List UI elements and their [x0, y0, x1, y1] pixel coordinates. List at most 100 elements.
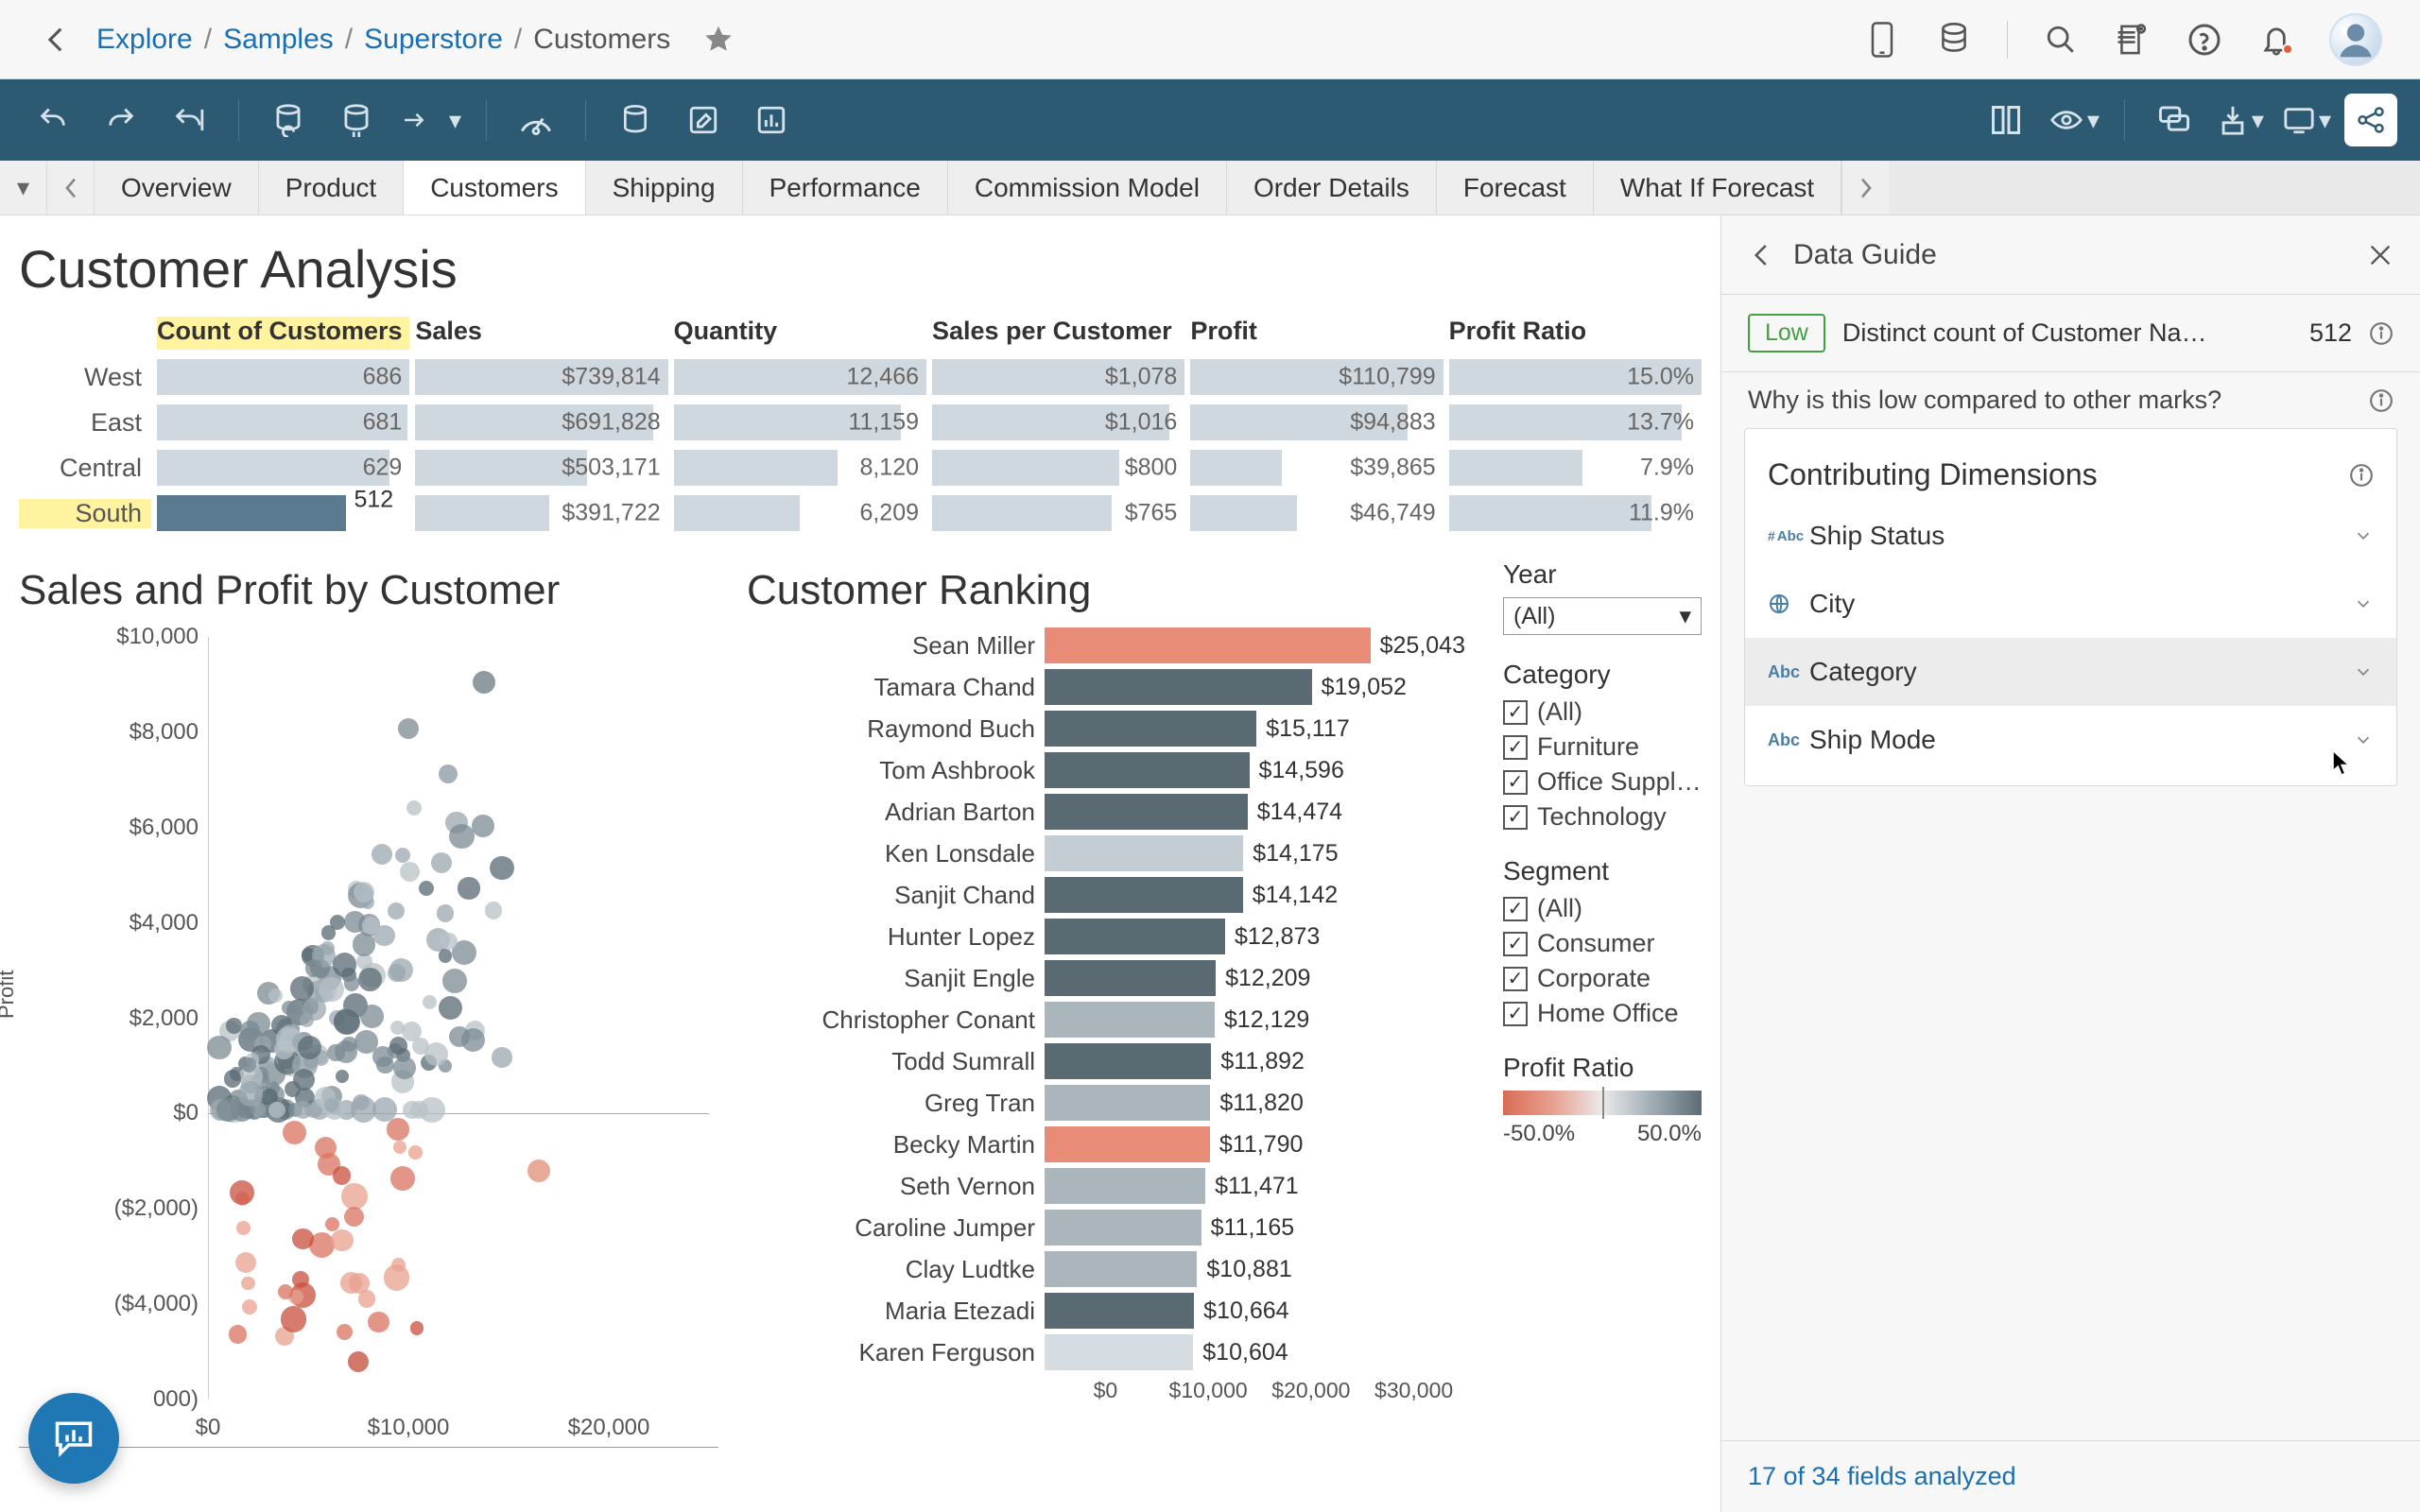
kpi-bar-cell[interactable]: 13.7%	[1449, 404, 1702, 440]
scatter-point[interactable]	[207, 1036, 232, 1060]
scatter-point[interactable]	[334, 1009, 360, 1036]
ranking-row[interactable]: Sean Miller$25,043	[747, 627, 1465, 663]
favorite-star-icon[interactable]	[702, 24, 735, 56]
scatter-point[interactable]	[333, 953, 357, 977]
kpi-bar-cell[interactable]: 12,466	[674, 359, 926, 395]
scatter-point[interactable]	[410, 1321, 424, 1334]
scatter-point[interactable]	[236, 1221, 251, 1235]
ranking-row[interactable]: Becky Martin$11,790	[747, 1126, 1465, 1162]
ranking-row[interactable]: Adrian Barton$14,474	[747, 794, 1465, 830]
ranking-row[interactable]: Tom Ashbrook$14,596	[747, 752, 1465, 788]
scatter-point[interactable]	[337, 1324, 353, 1340]
kpi-bar-cell[interactable]: 8,120	[674, 450, 926, 486]
kpi-column-header[interactable]: Sales per Customer	[932, 317, 1184, 350]
scatter-point[interactable]	[449, 824, 475, 850]
scatter-point[interactable]	[293, 1069, 316, 1091]
scatter-point[interactable]	[325, 1217, 339, 1231]
kpi-bar-cell[interactable]: $94,883	[1190, 404, 1443, 440]
scatter-point[interactable]	[393, 1141, 406, 1154]
scatter-point[interactable]	[387, 1118, 409, 1141]
ranking-row[interactable]: Maria Etezadi$10,664	[747, 1293, 1465, 1329]
scatter-point[interactable]	[319, 977, 344, 1003]
scatter-point[interactable]	[268, 988, 284, 1004]
kpi-bar-cell[interactable]: 15.0%	[1449, 359, 1702, 395]
scatter-point[interactable]	[353, 933, 376, 956]
kpi-bar-cell[interactable]: 629	[157, 450, 409, 486]
scatter-point[interactable]	[344, 975, 359, 990]
scatter-point[interactable]	[410, 1101, 428, 1119]
scatter-point[interactable]	[229, 1325, 248, 1344]
scatter-chart[interactable]: Profit $0$10,000$20,000 $10,000$8,000$6,…	[19, 627, 718, 1448]
scatter-point[interactable]	[423, 995, 437, 1009]
help-icon[interactable]	[2186, 21, 2223, 59]
kpi-bar-cell[interactable]: $110,799	[1190, 359, 1443, 395]
pause-data-button[interactable]	[326, 90, 387, 150]
kpi-row-label[interactable]: Central	[19, 454, 151, 483]
scatter-point[interactable]	[439, 996, 462, 1020]
scatter-point[interactable]	[268, 1102, 285, 1119]
scatter-point[interactable]	[372, 844, 392, 865]
scatter-point[interactable]	[333, 1166, 351, 1184]
filter-category-option[interactable]: ✓Technology	[1503, 802, 1702, 832]
ranking-row[interactable]: Clay Ludtke$10,881	[747, 1251, 1465, 1287]
data-details-button[interactable]	[1976, 90, 2036, 150]
scatter-point[interactable]	[283, 1121, 306, 1144]
ranking-row[interactable]: Karen Ferguson$10,604	[747, 1334, 1465, 1370]
info-icon[interactable]	[2369, 321, 2394, 346]
scatter-point[interactable]	[458, 877, 479, 899]
scatter-point[interactable]	[358, 968, 382, 991]
ranking-row[interactable]: Greg Tran$11,820	[747, 1085, 1465, 1121]
view-data-button[interactable]	[605, 90, 666, 150]
search-icon[interactable]	[2042, 21, 2080, 59]
back-arrow-button[interactable]	[38, 21, 76, 59]
scatter-point[interactable]	[472, 815, 494, 837]
kpi-bar-cell[interactable]: 11,159	[674, 404, 926, 440]
scatter-point[interactable]	[490, 856, 514, 881]
kpi-row-label[interactable]: South	[19, 499, 151, 528]
scatter-point[interactable]	[226, 1018, 242, 1034]
ranking-row[interactable]: Sanjit Chand$14,142	[747, 877, 1465, 913]
kpi-column-header[interactable]: Profit Ratio	[1449, 317, 1702, 350]
kpi-column-header[interactable]: Profit	[1190, 317, 1443, 350]
device-preview-icon[interactable]	[1863, 21, 1901, 59]
tab-menu-button[interactable]: ▾	[0, 161, 47, 215]
metrics-button[interactable]	[741, 90, 802, 150]
kpi-bar-cell[interactable]: $1,078	[932, 359, 1184, 395]
scatter-point[interactable]	[368, 1312, 389, 1332]
scatter-point[interactable]	[360, 1005, 384, 1028]
ranking-row[interactable]: Raymond Buch$15,117	[747, 711, 1465, 747]
scatter-point[interactable]	[305, 959, 323, 977]
share-button[interactable]	[2344, 94, 2397, 146]
tab-performance[interactable]: Performance	[743, 161, 948, 215]
undo-button[interactable]	[23, 90, 83, 150]
scatter-point[interactable]	[384, 1264, 409, 1290]
scatter-point[interactable]	[473, 671, 495, 694]
scatter-point[interactable]	[336, 1070, 349, 1083]
ranking-row[interactable]: Hunter Lopez$12,873	[747, 919, 1465, 954]
scatter-point[interactable]	[315, 1137, 337, 1159]
kpi-bar-cell[interactable]: 6,209	[674, 495, 926, 531]
scatter-point[interactable]	[390, 1021, 405, 1035]
edit-button[interactable]	[673, 90, 734, 150]
kpi-column-header[interactable]: Count of Customers	[157, 317, 409, 350]
fields-analyzed-link[interactable]: 17 of 34 fields analyzed	[1721, 1440, 2420, 1512]
scatter-point[interactable]	[388, 902, 405, 919]
scatter-point[interactable]	[302, 997, 326, 1021]
scatter-point[interactable]	[282, 1001, 296, 1015]
scatter-point[interactable]	[400, 862, 420, 882]
filter-category-option[interactable]: ✓Furniture	[1503, 732, 1702, 762]
ranking-chart[interactable]: Sean Miller$25,043Tamara Chand$19,052Ray…	[747, 627, 1465, 1448]
filter-category-option[interactable]: ✓(All)	[1503, 697, 1702, 727]
kpi-bar-cell[interactable]: $1,016	[932, 404, 1184, 440]
filter-segment-option[interactable]: ✓Consumer	[1503, 929, 1702, 958]
scatter-point[interactable]	[527, 1160, 550, 1182]
filter-segment-option[interactable]: ✓Corporate	[1503, 964, 1702, 993]
revert-button[interactable]	[159, 90, 219, 150]
kpi-bar-cell[interactable]: 7.9%	[1449, 450, 1702, 486]
kpi-bar-cell[interactable]: $739,814	[415, 359, 667, 395]
scatter-point[interactable]	[348, 1351, 369, 1372]
scatter-point[interactable]	[292, 1228, 313, 1249]
redo-button[interactable]	[91, 90, 151, 150]
scatter-point[interactable]	[281, 1306, 306, 1332]
scatter-point[interactable]	[395, 848, 410, 863]
